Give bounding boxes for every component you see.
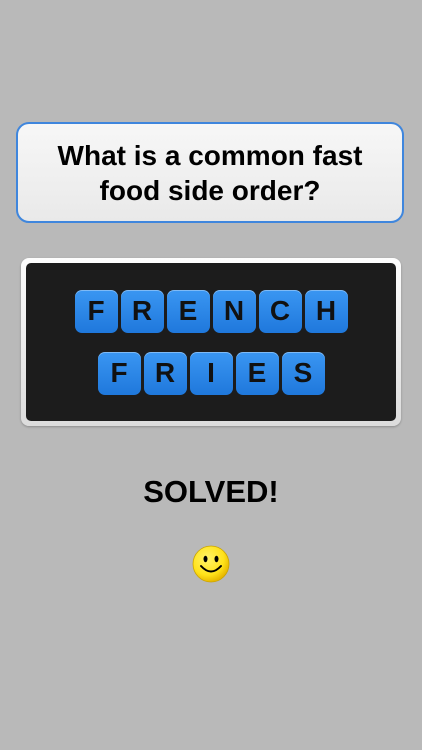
smiley-face-icon (192, 545, 230, 583)
solved-status: SOLVED! (143, 474, 279, 509)
letter-tile[interactable]: E (166, 289, 210, 333)
letter-tile[interactable]: S (281, 351, 325, 395)
letter-tile[interactable]: R (143, 351, 187, 395)
question-card: What is a common fast food side order? (16, 122, 404, 223)
letter-tile[interactable]: F (74, 289, 118, 333)
answer-board-inner: F R E N C H F R I E S (26, 263, 396, 421)
letter-tile[interactable]: H (304, 289, 348, 333)
answer-word-row: F R I E S (97, 351, 325, 395)
letter-tile[interactable]: R (120, 289, 164, 333)
letter-tile[interactable]: N (212, 289, 256, 333)
answer-word-row: F R E N C H (74, 289, 348, 333)
letter-tile[interactable]: I (189, 351, 233, 395)
letter-tile[interactable]: C (258, 289, 302, 333)
answer-board: F R E N C H F R I E S (21, 258, 401, 426)
letter-tile[interactable]: E (235, 351, 279, 395)
question-text: What is a common fast food side order? (57, 139, 363, 206)
letter-tile[interactable]: F (97, 351, 141, 395)
